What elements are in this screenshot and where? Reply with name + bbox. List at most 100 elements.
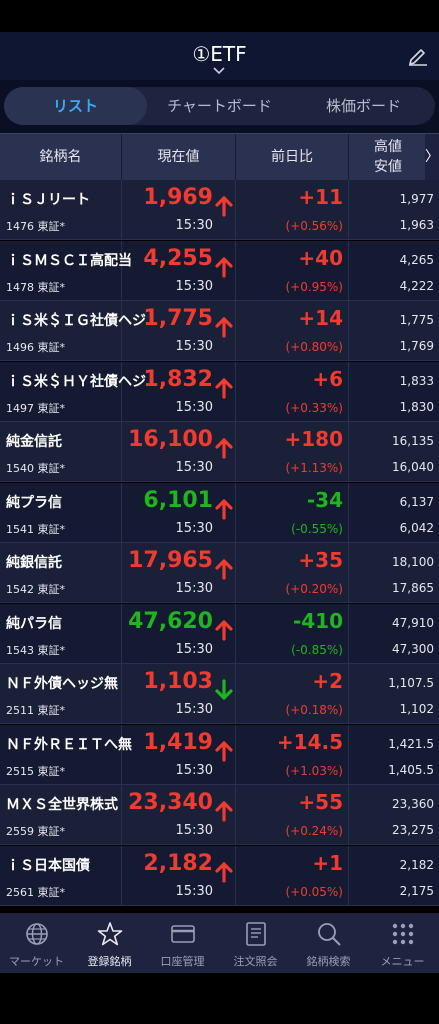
arrow-down-icon	[215, 679, 233, 700]
stock-name: 純金信託	[6, 434, 62, 450]
price-change-percent: (+1.13%)	[285, 461, 343, 475]
table-row[interactable]: ｉＳＭＳＣＩ高配当 1478 東証* 4,255 15:30 +40 (+0.95%) 4,…	[0, 241, 439, 301]
low-price: 1,102	[399, 702, 434, 716]
price-change-percent: (+0.05%)	[285, 885, 343, 899]
current-price: 23,340	[128, 790, 213, 815]
price-change-percent: (+0.20%)	[285, 582, 343, 596]
price-time: 15:30	[175, 218, 213, 233]
tab-price-board[interactable]: 株価ボード	[292, 87, 435, 125]
price-time: 15:30	[175, 581, 213, 596]
high-price: 1,977	[399, 192, 434, 206]
current-price: 6,101	[143, 488, 213, 513]
arrow-up-icon	[215, 862, 233, 883]
column-name[interactable]: 銘柄名	[0, 134, 121, 181]
current-price: 1,419	[143, 730, 213, 755]
price-time: 15:30	[175, 642, 213, 657]
low-price: 2,175	[399, 884, 434, 898]
current-price: 47,620	[128, 609, 213, 634]
price-change: -410	[292, 609, 343, 633]
nav-label: 登録銘柄	[87, 955, 132, 968]
arrow-up-icon	[215, 559, 233, 580]
stock-code: 1497 東証*	[6, 402, 65, 415]
document-icon	[246, 922, 266, 946]
nav-account[interactable]: 口座管理	[146, 913, 219, 973]
nav-label: メニュー	[380, 955, 425, 968]
scroll-columns-icon[interactable]: 〉	[425, 134, 439, 181]
list-title[interactable]: ①ETF	[0, 42, 439, 66]
high-price: 1,775	[399, 313, 434, 327]
price-change: +2	[312, 669, 343, 693]
current-price: 2,182	[143, 851, 213, 876]
current-price: 1,775	[143, 306, 213, 331]
chevron-down-icon[interactable]	[212, 66, 226, 76]
price-change: +55	[298, 790, 343, 814]
arrow-up-icon	[215, 438, 233, 459]
stock-code: 1496 東証*	[6, 341, 65, 354]
stock-code: 1476 東証*	[6, 220, 65, 233]
nav-watchlist[interactable]: 登録銘柄	[73, 913, 146, 973]
search-icon	[318, 923, 341, 946]
nav-search[interactable]: 銘柄検索	[292, 913, 365, 973]
table-row[interactable]: ｉＳ日本国債 2561 東証* 2,182 15:30 +1 (+0.05%) 2,182 2…	[0, 846, 439, 906]
table-row[interactable]: ＮＦ外ＲＥＩＴへ無 2515 東証* 1,419 15:30 +14.5 (+1.03%)…	[0, 725, 439, 785]
stock-name: ＮＦ外債ヘッジ無	[6, 676, 118, 692]
arrow-up-icon	[215, 257, 233, 278]
globe-icon	[26, 923, 48, 945]
tab-chart-board[interactable]: チャートボード	[147, 87, 292, 125]
table-row[interactable]: 純銀信託 1542 東証* 17,965 15:30 +35 (+0.20%) 18,100…	[0, 543, 439, 603]
table-row[interactable]: 純金信託 1540 東証* 16,100 15:30 +180 (+1.13%) 16,13…	[0, 422, 439, 482]
price-time: 15:30	[175, 460, 213, 475]
stock-name: 純パラ信	[6, 616, 62, 632]
table-row[interactable]: ｉＳ米＄ＨＹ社債ヘジ 1497 東証* 1,832 15:30 +6 (+0.33%) 1,…	[0, 362, 439, 422]
nav-label: 銘柄検索	[306, 955, 351, 968]
table-row[interactable]: ＮＦ外債ヘッジ無 2511 東証* 1,103 15:30 +2 (+0.18%) 1,10…	[0, 664, 439, 724]
nav-market[interactable]: マーケット	[0, 913, 73, 973]
edit-pencil-icon[interactable]	[407, 44, 429, 66]
stock-name: ｉＳＪリート	[6, 192, 90, 208]
price-change: +6	[312, 367, 343, 391]
view-switcher: リスト チャートボード 株価ボード	[0, 80, 439, 133]
low-price: 17,865	[392, 581, 434, 595]
table-row[interactable]: ｉＳ米＄ＩＧ社債ヘジ 1496 東証* 1,775 15:30 +14 (+0.80%) 1…	[0, 301, 439, 361]
nav-menu[interactable]: メニュー	[366, 913, 439, 973]
grid-icon	[392, 923, 414, 945]
price-time: 15:30	[175, 823, 213, 838]
nav-label: 口座管理	[160, 955, 205, 968]
table-row[interactable]: 純パラ信 1543 東証* 47,620 15:30 -410 (-0.85%) 47,91…	[0, 604, 439, 664]
table-row[interactable]: 純プラ信 1541 東証* 6,101 15:30 -34 (-0.55%) 6,137 6,…	[0, 483, 439, 543]
column-low: 安値	[374, 159, 402, 175]
table-row[interactable]: ＭＸＳ全世界株式 2559 東証* 23,340 15:30 +55 (+0.24%) 23…	[0, 785, 439, 845]
high-price: 1,107.5	[388, 676, 434, 690]
stock-code: 2561 東証*	[6, 886, 65, 899]
column-high-low[interactable]: 高値 安値	[348, 137, 428, 177]
stock-code: 1478 東証*	[6, 281, 65, 294]
column-change[interactable]: 前日比	[236, 134, 348, 181]
price-change-percent: (+0.95%)	[285, 280, 343, 294]
price-change: +35	[298, 548, 343, 572]
tab-list[interactable]: リスト	[4, 87, 147, 125]
stock-code: 1542 東証*	[6, 583, 65, 596]
table-header: 銘柄名 現在値 前日比 高値 安値 〉	[0, 133, 439, 181]
current-price: 16,100	[128, 427, 213, 452]
high-price: 1,421.5	[388, 737, 434, 751]
low-price: 1,405.5	[388, 763, 434, 777]
arrow-up-icon	[215, 196, 233, 217]
price-change-percent: (-0.55%)	[291, 522, 343, 536]
high-price: 2,182	[399, 858, 434, 872]
table-row[interactable]: ｉＳＪリート 1476 東証* 1,969 15:30 +11 (+0.56%) 1,977…	[0, 180, 439, 240]
nav-label: 注文照会	[233, 955, 278, 968]
price-change: +40	[298, 246, 343, 270]
stock-code: 2511 東証*	[6, 704, 65, 717]
current-price: 1,832	[143, 367, 213, 392]
price-change-percent: (+0.18%)	[285, 703, 343, 717]
price-change: +14.5	[276, 730, 343, 754]
column-price[interactable]: 現在値	[122, 134, 235, 181]
nav-orders[interactable]: 注文照会	[219, 913, 292, 973]
arrow-up-icon	[215, 317, 233, 338]
low-price: 1,830	[399, 400, 434, 414]
stock-code: 2515 東証*	[6, 765, 65, 778]
low-price: 4,222	[399, 279, 434, 293]
low-price: 1,769	[399, 339, 434, 353]
bottom-nav: マーケット 登録銘柄 口座管理 注文照会 銘柄検索 メニュー	[0, 913, 439, 973]
price-change: +11	[298, 185, 343, 209]
